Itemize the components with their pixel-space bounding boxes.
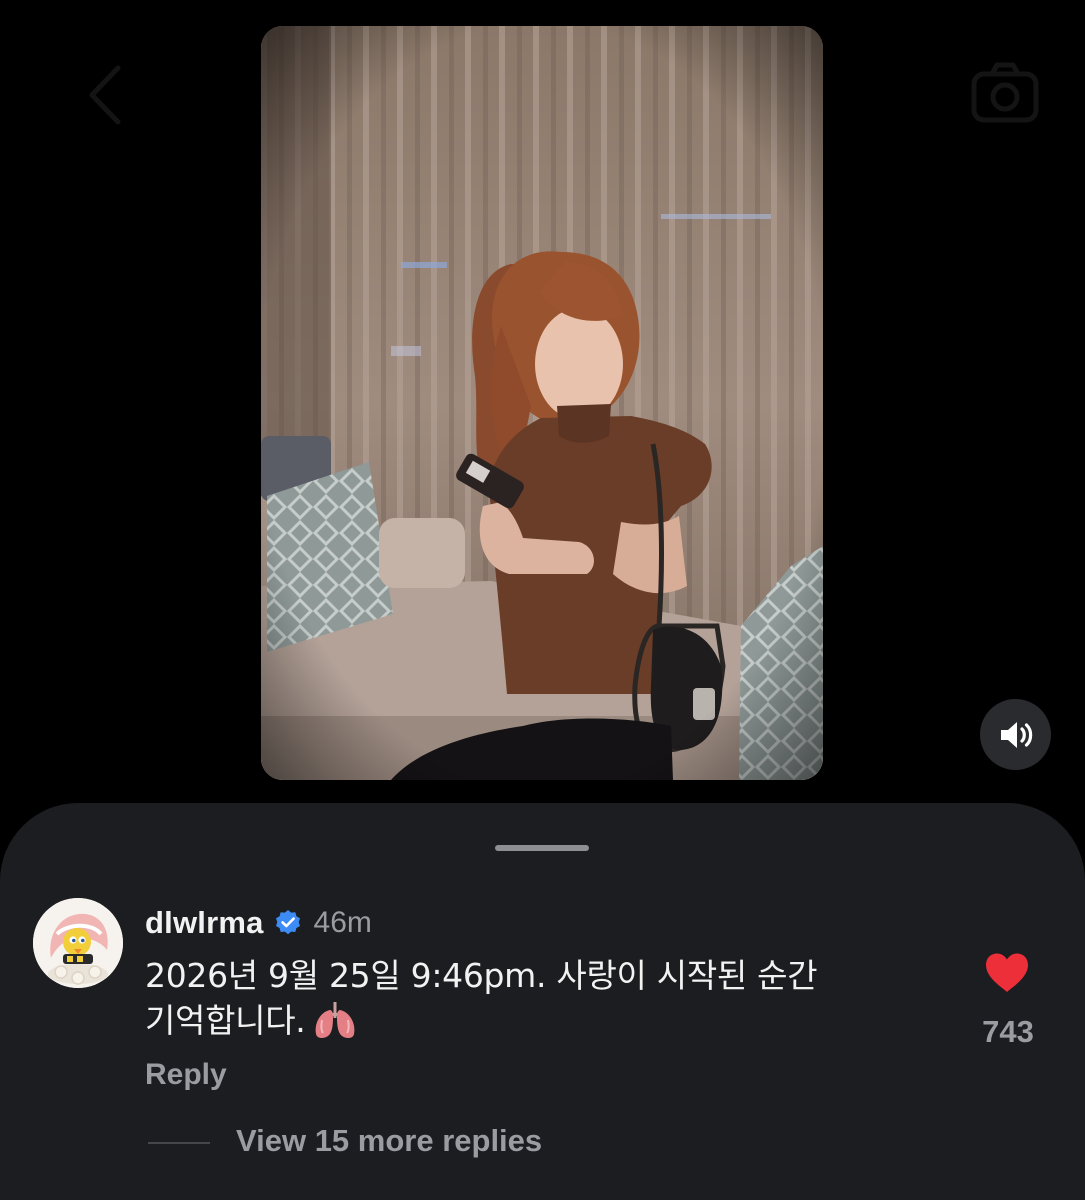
camera-button[interactable] (968, 60, 1042, 126)
sheet-grabber[interactable] (495, 845, 589, 851)
comment-text-line-1: 2026년 9월 25일 9:46pm. 사랑이 시작된 순간 (145, 956, 818, 995)
speaker-on-icon (1000, 721, 1032, 748)
chevron-left-icon (89, 65, 121, 125)
avatar[interactable] (33, 898, 123, 988)
comment-timestamp: 46m (313, 906, 372, 939)
like-count: 743 (982, 1014, 1034, 1049)
comment-username[interactable]: dlwlrma (145, 905, 264, 941)
lungs-emoji-icon (315, 1002, 354, 1039)
comment-header: dlwlrma 46m (145, 901, 372, 945)
camera-icon (971, 62, 1039, 123)
media-preview[interactable] (261, 26, 823, 780)
like-button[interactable] (984, 952, 1030, 994)
comment-text: 2026년 9월 25일 9:46pm. 사랑이 시작된 순간 기억합니다. (145, 953, 925, 1043)
comment-text-line-2: 기억합니다. (145, 998, 925, 1043)
comment-text-line-2-text: 기억합니다. (145, 1001, 306, 1040)
replies-divider (148, 1142, 210, 1144)
heart-filled-icon (986, 953, 1028, 992)
avatar-illustration (33, 898, 123, 988)
back-button[interactable] (78, 62, 138, 128)
view-more-replies-button[interactable]: View 15 more replies (236, 1123, 542, 1159)
photo-illustration (261, 26, 823, 780)
comment-thread-screen: dlwlrma 46m 2026년 9월 25일 9:46pm. 사랑이 시작된… (0, 0, 1085, 1200)
sound-toggle-button[interactable] (980, 699, 1051, 770)
reply-button[interactable]: Reply (145, 1058, 227, 1092)
verified-badge-icon (275, 910, 300, 935)
